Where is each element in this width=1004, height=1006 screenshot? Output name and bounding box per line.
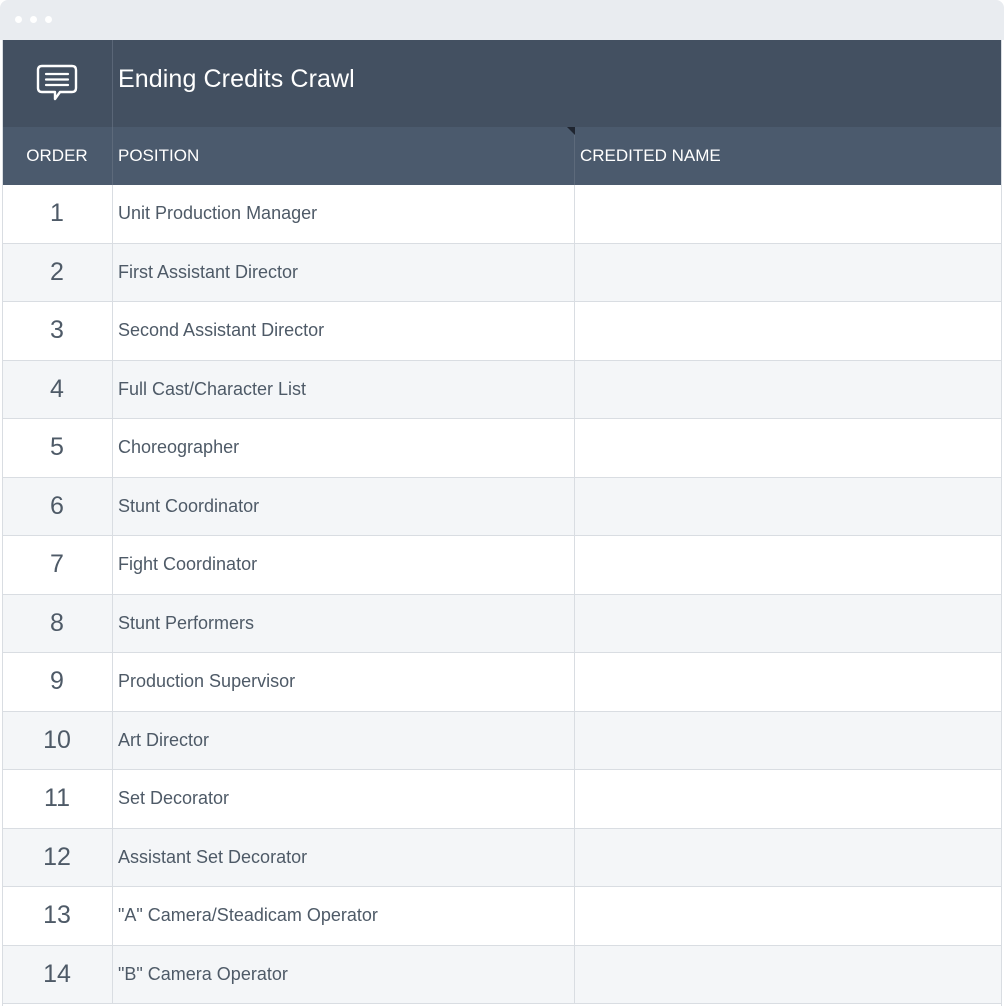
position-cell[interactable]: Choreographer [113,419,575,477]
order-cell[interactable]: 4 [2,360,113,418]
table-row: 3 Second Assistant Director [2,302,1002,361]
sheet-banner: Ending Credits Crawl [2,40,1002,127]
cell-comment-indicator [567,127,575,135]
window-control-dot[interactable] [15,16,22,23]
position-cell[interactable]: Full Cast/Character List [113,360,575,418]
banner-icon-cell [2,40,113,127]
sheet-title: Ending Credits Crawl [118,65,355,93]
position-cell[interactable]: Art Director [113,711,575,769]
table-row: 1 Unit Production Manager [2,185,1002,244]
position-cell[interactable]: "B" Camera Operator [113,945,575,1003]
app-window: Ending Credits Crawl ORDER POSITION CRED… [0,0,1004,1006]
order-cell[interactable]: 8 [2,594,113,652]
credited-name-cell[interactable] [575,712,1002,770]
credited-name-cell[interactable] [575,244,1002,302]
table-row: 9 Production Supervisor [2,653,1002,712]
order-cell[interactable]: 12 [2,828,113,886]
order-cell[interactable]: 10 [2,711,113,769]
order-cell[interactable]: 11 [2,770,113,828]
order-cell[interactable]: 5 [2,419,113,477]
column-header-credited-name[interactable]: CREDITED NAME [575,127,1002,185]
table-row: 14 "B" Camera Operator [2,945,1002,1004]
chat-bubble-icon [36,64,78,101]
position-cell[interactable]: First Assistant Director [113,243,575,301]
order-cell[interactable]: 7 [2,536,113,594]
credited-name-cell[interactable] [575,478,1002,536]
table-row: 8 Stunt Performers [2,594,1002,653]
table-row: 10 Art Director [2,711,1002,770]
table-row: 7 Fight Coordinator [2,536,1002,595]
credited-name-cell[interactable] [575,302,1002,360]
credited-name-cell[interactable] [575,595,1002,653]
credited-name-cell[interactable] [575,185,1002,243]
table-body: 1 Unit Production Manager 2 First Assistant… [2,185,1002,1004]
credited-name-cell[interactable] [575,829,1002,887]
order-cell[interactable]: 13 [2,887,113,945]
credited-name-cell[interactable] [575,536,1002,594]
position-cell[interactable]: Unit Production Manager [113,185,575,243]
credited-name-cell[interactable] [575,946,1002,1004]
table-row: 2 First Assistant Director [2,243,1002,302]
position-cell[interactable]: Set Decorator [113,770,575,828]
position-cell[interactable]: Fight Coordinator [113,536,575,594]
credited-name-cell[interactable] [575,419,1002,477]
table-header: ORDER POSITION CREDITED NAME [2,127,1002,185]
table-row: 13 "A" Camera/Steadicam Operator [2,887,1002,946]
table-row: 11 Set Decorator [2,770,1002,829]
position-cell[interactable]: "A" Camera/Steadicam Operator [113,887,575,945]
order-cell[interactable]: 3 [2,302,113,360]
credited-name-cell[interactable] [575,653,1002,711]
position-cell[interactable]: Stunt Coordinator [113,477,575,535]
table-row: 6 Stunt Coordinator [2,477,1002,536]
order-cell[interactable]: 14 [2,945,113,1003]
order-cell[interactable]: 6 [2,477,113,535]
window-control-dot[interactable] [30,16,37,23]
table-row: 4 Full Cast/Character List [2,360,1002,419]
order-cell[interactable]: 2 [2,243,113,301]
credited-name-cell[interactable] [575,361,1002,419]
column-header-position[interactable]: POSITION [113,127,575,185]
spreadsheet: Ending Credits Crawl ORDER POSITION CRED… [2,40,1002,1006]
order-cell[interactable]: 1 [2,185,113,243]
column-header-order[interactable]: ORDER [2,127,113,185]
window-control-dot[interactable] [45,16,52,23]
credited-name-cell[interactable] [575,770,1002,828]
position-cell[interactable]: Stunt Performers [113,594,575,652]
position-cell[interactable]: Assistant Set Decorator [113,828,575,886]
table-row: 12 Assistant Set Decorator [2,828,1002,887]
order-cell[interactable]: 9 [2,653,113,711]
table-row: 5 Choreographer [2,419,1002,478]
position-cell[interactable]: Production Supervisor [113,653,575,711]
credited-name-cell[interactable] [575,887,1002,945]
position-cell[interactable]: Second Assistant Director [113,302,575,360]
window-titlebar [0,0,1004,40]
